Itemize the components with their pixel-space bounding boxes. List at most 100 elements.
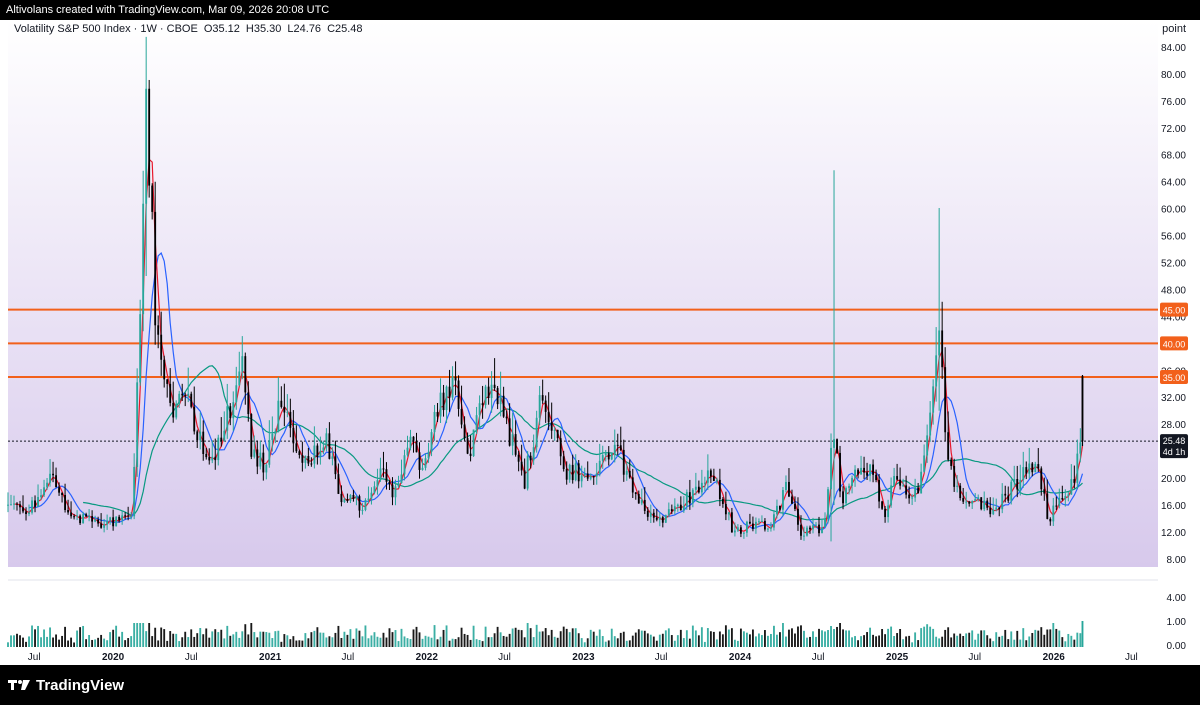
volume-bar: [397, 641, 400, 647]
time-axis[interactable]: Jul 2020 Jul 2021 Jul 2022 Jul 2023 Jul 2024 Jul 20…: [28, 652, 1138, 663]
candle-body: [88, 516, 91, 518]
candle-body: [532, 447, 535, 461]
candle-body: [334, 456, 337, 475]
volume-bar: [22, 637, 24, 647]
volume-bar: [878, 635, 881, 647]
candle-body: [1043, 489, 1046, 494]
volume-bar: [532, 637, 535, 647]
volume-bar: [1079, 633, 1082, 647]
volume-bar: [79, 627, 82, 647]
candle-body: [926, 435, 929, 456]
candle-body: [190, 393, 193, 407]
candle-body: [634, 492, 637, 495]
candle-body: [727, 512, 730, 515]
symbol-legend[interactable]: Volatility S&P 500 Index · 1W · CBOE O35…: [14, 23, 363, 35]
candle-body: [292, 427, 295, 444]
volume-bar: [872, 634, 875, 647]
volume-bar: [887, 628, 890, 647]
price-tick-label: 68.00: [1161, 151, 1186, 162]
volume-bar: [1022, 628, 1025, 647]
candle-body: [73, 516, 76, 518]
candle-body: [376, 480, 379, 487]
candle-body: [758, 521, 760, 523]
time-tick-label: 2025: [886, 652, 909, 663]
volume-bar: [64, 626, 67, 647]
candle-body: [439, 392, 442, 417]
volume-bar: [980, 630, 983, 647]
volume-bar: [986, 635, 989, 647]
time-tick-label: 2024: [729, 652, 752, 663]
volume-bar: [869, 627, 872, 647]
candle-body: [767, 528, 769, 530]
candle-body: [754, 521, 757, 529]
candle-body: [304, 456, 307, 463]
volume-bar: [292, 636, 295, 647]
volume-bar: [313, 630, 316, 647]
candle-body: [556, 429, 559, 439]
candle-body: [457, 380, 460, 409]
volume-bar: [49, 627, 51, 647]
volume-bar: [268, 632, 271, 647]
candle-body: [866, 472, 868, 476]
volume-bar: [721, 634, 724, 647]
candle-body: [559, 438, 562, 457]
volume-bar: [821, 630, 823, 647]
candle-body: [10, 504, 12, 506]
volume-bar: [235, 631, 238, 647]
time-tick-label: Jul: [341, 652, 354, 663]
volume-bar: [145, 631, 148, 647]
candle-body: [478, 403, 481, 416]
volume-bar: [652, 636, 655, 647]
candle-body: [938, 330, 941, 356]
candle-body: [451, 376, 454, 398]
volume-bar: [712, 631, 715, 647]
candle-body: [523, 470, 526, 489]
candle-body: [890, 485, 893, 506]
volume-bar: [340, 637, 343, 647]
time-tick-label: 2021: [259, 652, 282, 663]
candle-body: [815, 524, 817, 526]
volume-bar: [1046, 629, 1049, 647]
candle-body: [1076, 453, 1079, 483]
price-tick-label: 48.00: [1161, 285, 1186, 296]
candle-body: [184, 395, 187, 397]
volume-bar: [803, 630, 805, 647]
candle-body: [857, 469, 859, 475]
candle-body: [301, 454, 304, 463]
volume-tick-label: 0.00: [1167, 641, 1187, 652]
candle-body: [271, 433, 274, 441]
volume-bar: [352, 638, 355, 647]
candle-body: [974, 499, 977, 502]
footer-bar: TradingView: [0, 665, 1200, 705]
vix-price-chart[interactable]: 8.0012.0016.0020.0024.0028.0032.0036.004…: [0, 0, 1200, 705]
candle-body: [226, 406, 229, 431]
volume-bar: [205, 628, 208, 647]
volume-bar: [914, 632, 917, 647]
volume-bar: [989, 638, 992, 647]
tradingview-brand[interactable]: TradingView: [8, 677, 124, 694]
volume-bar: [211, 631, 214, 647]
candle-body: [28, 512, 30, 515]
volume-bar: [595, 635, 598, 647]
candle-body: [869, 464, 872, 476]
candle-body: [541, 395, 544, 401]
candle-body: [851, 477, 853, 486]
volume-bar: [718, 631, 721, 647]
volume-bar: [421, 638, 424, 647]
volume-bar: [535, 624, 538, 647]
volume-bar: [785, 636, 787, 647]
volume-bar: [91, 639, 94, 647]
candle-body: [196, 431, 199, 441]
volume-bar: [983, 630, 986, 647]
volume-bar: [367, 638, 370, 647]
candle-body: [505, 416, 508, 419]
candle-body: [109, 517, 112, 521]
volume-bar: [508, 633, 511, 647]
volume-bar: [265, 632, 268, 647]
candle-body: [397, 483, 400, 487]
volume-axis: 4.00 1.00 0.00: [1167, 593, 1187, 652]
volume-bar: [688, 638, 691, 647]
candle-body: [872, 464, 875, 475]
volume-bar: [929, 626, 932, 647]
volume-bar: [280, 641, 283, 647]
